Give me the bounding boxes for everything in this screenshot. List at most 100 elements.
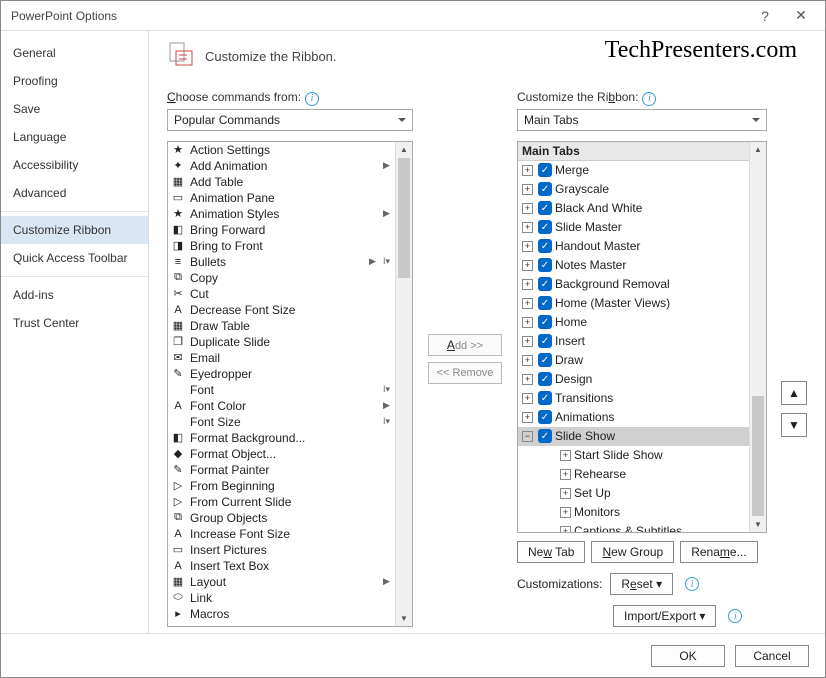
expand-icon[interactable]: + (522, 336, 533, 347)
command-item[interactable]: ❐Duplicate Slide (168, 334, 395, 350)
tree-node[interactable]: +✓Insert (518, 332, 749, 351)
command-item[interactable]: ✎Eyedropper (168, 366, 395, 382)
close-icon[interactable]: ✕ (783, 2, 819, 30)
command-item[interactable]: ★Action Settings (168, 142, 395, 158)
expand-icon[interactable]: + (522, 317, 533, 328)
import-export-button[interactable]: Import/Export ▾ (613, 605, 716, 627)
new-tab-button[interactable]: New Tab (517, 541, 585, 563)
nav-item[interactable]: Save (1, 95, 148, 123)
move-down-button[interactable]: ▼ (781, 413, 807, 437)
tree-child[interactable]: +Set Up (556, 484, 749, 503)
expand-icon[interactable]: + (522, 241, 533, 252)
checkbox[interactable]: ✓ (538, 429, 552, 443)
scrollbar[interactable]: ▲▼ (749, 142, 766, 533)
checkbox[interactable]: ✓ (538, 258, 552, 272)
expand-icon[interactable]: − (522, 431, 533, 442)
nav-item[interactable]: Trust Center (1, 309, 148, 337)
cancel-button[interactable]: Cancel (735, 645, 809, 667)
command-item[interactable]: AInsert Text Box (168, 558, 395, 574)
expand-icon[interactable]: + (522, 260, 533, 271)
checkbox[interactable]: ✓ (538, 220, 552, 234)
command-item[interactable]: ◆Format Object... (168, 446, 395, 462)
tree-node[interactable]: +✓Grayscale (518, 180, 749, 199)
tree-node[interactable]: +✓Black And White (518, 199, 749, 218)
expand-icon[interactable]: + (560, 507, 571, 518)
command-item[interactable]: AIncrease Font Size (168, 526, 395, 542)
remove-button[interactable]: << Remove (428, 362, 502, 384)
command-item[interactable]: ◨Bring to Front (168, 238, 395, 254)
tree-child[interactable]: +Monitors (556, 503, 749, 522)
info-icon[interactable]: i (642, 92, 656, 106)
command-item[interactable]: ✦Add Animation▶ (168, 158, 395, 174)
command-item[interactable]: ▷From Current Slide (168, 494, 395, 510)
nav-item[interactable]: Proofing (1, 67, 148, 95)
expand-icon[interactable]: + (522, 298, 533, 309)
checkbox[interactable]: ✓ (538, 182, 552, 196)
nav-item[interactable]: Advanced (1, 179, 148, 207)
command-item[interactable]: AFont Color▶ (168, 398, 395, 414)
tree-child[interactable]: +Captions & Subtitles (556, 522, 749, 533)
reset-button[interactable]: Reset ▾ (610, 573, 673, 595)
tree-node[interactable]: +✓Slide Master (518, 218, 749, 237)
command-item[interactable]: ▦Add Table (168, 174, 395, 190)
command-item[interactable]: FontI▾ (168, 382, 395, 398)
tree-node[interactable]: +✓Handout Master (518, 237, 749, 256)
checkbox[interactable]: ✓ (538, 296, 552, 310)
checkbox[interactable]: ✓ (538, 277, 552, 291)
checkbox[interactable]: ✓ (538, 353, 552, 367)
command-item[interactable]: ⧉Group Objects (168, 510, 395, 526)
expand-icon[interactable]: + (522, 165, 533, 176)
info-icon[interactable]: i (685, 577, 699, 591)
ok-button[interactable]: OK (651, 645, 725, 667)
tree-node[interactable]: +✓Background Removal (518, 275, 749, 294)
tree-node[interactable]: +✓Home (518, 313, 749, 332)
command-item[interactable]: ◧Bring Forward (168, 222, 395, 238)
nav-item[interactable]: Accessibility (1, 151, 148, 179)
checkbox[interactable]: ✓ (538, 391, 552, 405)
expand-icon[interactable]: + (522, 393, 533, 404)
command-item[interactable]: ADecrease Font Size (168, 302, 395, 318)
command-item[interactable]: ≡Bullets▶I▾ (168, 254, 395, 270)
expand-icon[interactable]: + (560, 450, 571, 461)
command-item[interactable]: ★Animation Styles▶ (168, 206, 395, 222)
new-group-button[interactable]: New Group (591, 541, 674, 563)
move-up-button[interactable]: ▲ (781, 381, 807, 405)
expand-icon[interactable]: + (522, 222, 533, 233)
expand-icon[interactable]: + (522, 412, 533, 423)
tree-node[interactable]: +✓Draw (518, 351, 749, 370)
expand-icon[interactable]: + (522, 184, 533, 195)
nav-item[interactable]: Quick Access Toolbar (1, 244, 148, 272)
scrollbar[interactable]: ▲▼ (395, 142, 412, 627)
tree-node[interactable]: +✓Design (518, 370, 749, 389)
info-icon[interactable]: i (728, 609, 742, 623)
expand-icon[interactable]: + (522, 203, 533, 214)
command-item[interactable]: ▭Insert Pictures (168, 542, 395, 558)
rename-button[interactable]: Rename... (680, 541, 757, 563)
command-item[interactable]: ▷From Beginning (168, 478, 395, 494)
command-item[interactable]: ▭Animation Pane (168, 190, 395, 206)
commands-listbox[interactable]: ★Action Settings✦Add Animation▶▦Add Tabl… (167, 141, 413, 628)
info-icon[interactable]: i (305, 92, 319, 106)
command-item[interactable]: ✂Cut (168, 286, 395, 302)
tree-node[interactable]: +✓Animations (518, 408, 749, 427)
checkbox[interactable]: ✓ (538, 334, 552, 348)
expand-icon[interactable]: + (522, 355, 533, 366)
tree-node[interactable]: +✓Home (Master Views) (518, 294, 749, 313)
nav-item[interactable]: General (1, 39, 148, 67)
expand-icon[interactable]: + (560, 469, 571, 480)
checkbox[interactable]: ✓ (538, 163, 552, 177)
expand-icon[interactable]: + (560, 488, 571, 499)
tree-node[interactable]: +✓Transitions (518, 389, 749, 408)
command-item[interactable]: ◧Format Background... (168, 430, 395, 446)
expand-icon[interactable]: + (522, 279, 533, 290)
help-icon[interactable]: ? (747, 2, 783, 30)
commands-dropdown[interactable]: Popular Commands (167, 109, 413, 131)
command-item[interactable]: ▸Macros (168, 606, 395, 622)
command-item[interactable]: ⧉Copy (168, 270, 395, 286)
checkbox[interactable]: ✓ (538, 372, 552, 386)
command-item[interactable]: ▦Layout▶ (168, 574, 395, 590)
tree-node[interactable]: +✓Merge (518, 161, 749, 180)
tree-child[interactable]: +Start Slide Show (556, 446, 749, 465)
add-button[interactable]: Add >> (428, 334, 502, 356)
command-item[interactable]: ▦Draw Table (168, 318, 395, 334)
